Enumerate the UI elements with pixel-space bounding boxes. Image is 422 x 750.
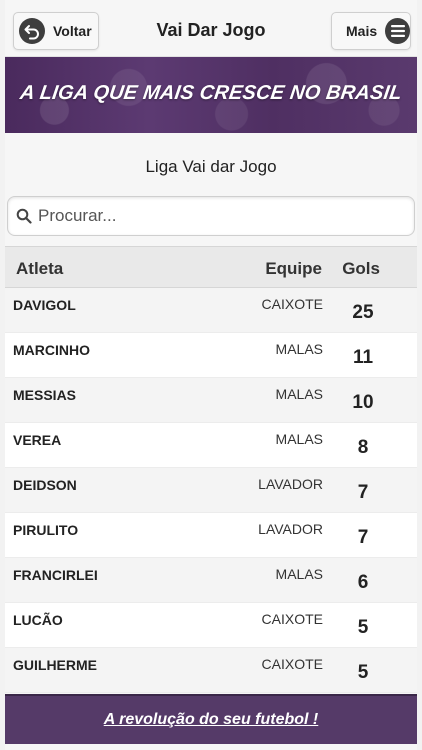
athlete-name: PIRULITO	[13, 522, 79, 538]
column-header-goals[interactable]: Gols	[342, 259, 380, 279]
goals-count: 6	[357, 572, 369, 593]
team-name: CAIXOTE	[261, 656, 323, 672]
league-name: Liga Vai dar Jogo	[145, 157, 277, 176]
goals-count: 7	[357, 527, 369, 548]
team-name: MALAS	[275, 566, 323, 582]
goals-count: 7	[357, 482, 369, 503]
column-header-athlete[interactable]: Atleta	[16, 259, 63, 279]
scorers-table: Atleta Equipe Gols DAVIGOL CAIXOTE 25 MA…	[5, 246, 417, 693]
athlete-name: LUCÃO	[13, 612, 63, 628]
athlete-name: VEREA	[13, 432, 62, 448]
goals-count: 8	[357, 437, 369, 458]
team-name: MALAS	[275, 341, 323, 357]
team-name: LAVADOR	[258, 476, 323, 492]
team-name: MALAS	[275, 431, 323, 447]
table-row[interactable]: MARCINHO MALAS 11	[5, 333, 417, 378]
table-row[interactable]: GUILHERME CAIXOTE 5	[5, 648, 417, 693]
table-row[interactable]: LUCÃO CAIXOTE 5	[5, 603, 417, 648]
goals-count: 10	[352, 392, 374, 413]
app-frame: Voltar Vai Dar Jogo Mais A LIGA QUE MAIS…	[5, 0, 417, 750]
team-name: CAIXOTE	[261, 296, 323, 312]
athlete-name: DAVIGOL	[13, 297, 76, 313]
table-header: Atleta Equipe Gols	[5, 246, 417, 288]
hamburger-menu-icon	[385, 18, 410, 44]
goals-count: 5	[357, 617, 369, 638]
goals-count: 25	[352, 302, 374, 323]
banner-text: A LIGA QUE MAIS CRESCE NO BRASIL	[18, 82, 404, 104]
more-button-label: Mais	[346, 23, 378, 39]
table-row[interactable]: MESSIAS MALAS 10	[5, 378, 417, 423]
header-bar: Voltar Vai Dar Jogo Mais	[5, 0, 417, 57]
promo-banner: A LIGA QUE MAIS CRESCE NO BRASIL	[5, 57, 417, 133]
search-icon	[8, 208, 38, 224]
goals-count: 11	[352, 347, 374, 368]
team-name: LAVADOR	[258, 521, 323, 537]
athlete-name: GUILHERME	[13, 657, 97, 673]
athlete-name: FRANCIRLEI	[13, 567, 98, 583]
search-box[interactable]	[7, 196, 415, 236]
more-menu-button[interactable]: Mais	[331, 12, 411, 50]
athlete-name: MARCINHO	[13, 342, 90, 358]
search-input[interactable]	[38, 201, 398, 231]
table-row[interactable]: VEREA MALAS 8	[5, 423, 417, 468]
table-row[interactable]: PIRULITO LAVADOR 7	[5, 513, 417, 558]
goals-count: 5	[357, 662, 369, 683]
footer-bar: A revolução do seu futebol !	[5, 694, 417, 744]
footer-link[interactable]: A revolução do seu futebol !	[104, 711, 319, 729]
table-row[interactable]: DEIDSON LAVADOR 7	[5, 468, 417, 513]
athlete-name: MESSIAS	[13, 387, 77, 403]
table-row[interactable]: DAVIGOL CAIXOTE 25	[5, 288, 417, 333]
athlete-name: DEIDSON	[13, 477, 77, 493]
column-header-team[interactable]: Equipe	[265, 259, 322, 279]
team-name: MALAS	[275, 386, 323, 402]
table-row[interactable]: FRANCIRLEI MALAS 6	[5, 558, 417, 603]
team-name: CAIXOTE	[261, 611, 323, 627]
